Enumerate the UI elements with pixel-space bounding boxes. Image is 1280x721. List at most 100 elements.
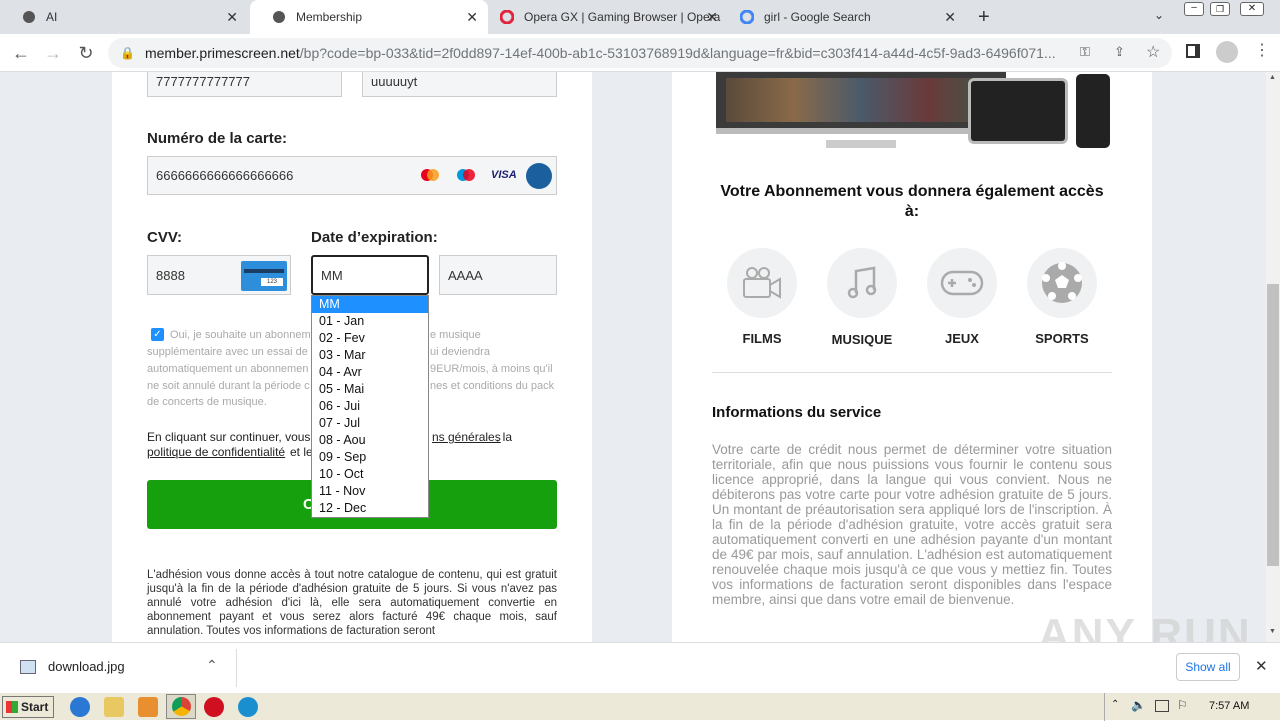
chrome-taskbar-button[interactable] <box>166 694 196 719</box>
consent-text: automatiquement un abonnemen <box>147 363 309 375</box>
month-option[interactable]: 11 - Nov <box>312 483 428 500</box>
privacy-link[interactable]: politique de confidentialité <box>147 445 285 459</box>
download-filename[interactable]: download.jpg <box>48 659 125 674</box>
surname-input[interactable]: uuuuuyt <box>362 72 557 97</box>
reload-icon[interactable]: ↻ <box>75 42 97 64</box>
consent-text: ne soit annulé durant la période c <box>147 380 310 392</box>
cvv-card-number: 123 <box>261 278 283 286</box>
month-option[interactable]: 06 - Jui <box>312 398 428 415</box>
new-tab-icon[interactable]: + <box>978 6 990 29</box>
month-option[interactable]: 03 - Mar <box>312 347 428 364</box>
camera-icon <box>727 248 797 318</box>
google-icon <box>740 10 754 24</box>
input-value: 6666666666666666666 <box>156 168 294 183</box>
info-text: Votre carte de crédit nous permet de dét… <box>712 442 1112 607</box>
share-icon[interactable]: ⇪ <box>1114 44 1125 60</box>
maestro-icon <box>456 168 476 182</box>
month-option[interactable]: 05 - Mai <box>312 381 428 398</box>
month-option[interactable]: 07 - Jul <box>312 415 428 432</box>
minimize-icon[interactable]: – <box>1184 2 1204 16</box>
ie-icon[interactable] <box>70 697 90 717</box>
card-number-input[interactable]: 6666666666666666666 VISA <box>147 156 557 195</box>
month-option[interactable]: 04 - Avr <box>312 364 428 381</box>
service-label-games: JEUX <box>945 331 979 346</box>
close-icon[interactable]: ✕ <box>1255 657 1268 675</box>
tab-membership[interactable]: Membership ✕ <box>250 0 488 34</box>
windows-logo-icon <box>6 701 18 713</box>
month-option[interactable]: 02 - Fev <box>312 330 428 347</box>
page-content: 7777777777777 uuuuuyt Numéro de la carte… <box>0 72 1266 642</box>
tab-google[interactable]: girl - Google Search ✕ <box>730 0 966 34</box>
download-bar: download.jpg ⌃ Show all ✕ <box>0 642 1280 692</box>
name-input[interactable]: 7777777777777 <box>147 72 342 97</box>
sidebar-icon[interactable] <box>1186 44 1200 58</box>
close-icon[interactable]: ✕ <box>466 9 478 26</box>
tab-ai[interactable]: AI ✕ <box>0 0 248 34</box>
lock-icon: 🔒 <box>120 46 135 60</box>
consent-text: ui deviendra <box>430 346 490 358</box>
key-icon[interactable]: ⚿ <box>1080 44 1090 60</box>
tab-label: Membership <box>296 10 363 24</box>
soccer-ball-icon <box>1027 248 1097 318</box>
profile-avatar[interactable] <box>1216 41 1238 63</box>
opera-taskbar-icon[interactable] <box>204 697 224 717</box>
tray-up-icon[interactable]: ⌃ <box>1111 699 1119 710</box>
cvv-input[interactable]: 8888 123 <box>147 255 291 295</box>
forward-icon[interactable]: → <box>42 42 64 64</box>
close-icon[interactable]: ✕ <box>226 9 238 26</box>
terms-text: , la <box>496 430 513 444</box>
month-option[interactable]: MM <box>312 296 428 313</box>
consent-checkbox[interactable]: ✓ <box>151 328 164 341</box>
terms-link[interactable]: ns générales <box>432 430 501 444</box>
scroll-up-icon[interactable]: ▲ <box>1269 74 1276 81</box>
month-option[interactable]: 08 - Aou <box>312 432 428 449</box>
service-label-sports: SPORTS <box>1035 331 1089 346</box>
tab-opera[interactable]: Opera GX | Gaming Browser | Opera ✕ <box>490 0 728 34</box>
year-select[interactable]: AAAA <box>439 255 557 295</box>
star-icon[interactable]: ☆ <box>1146 42 1160 62</box>
back-icon[interactable]: ← <box>10 42 32 64</box>
month-option[interactable]: 01 - Jan <box>312 313 428 330</box>
start-button[interactable]: Start <box>2 696 54 718</box>
close-window-icon[interactable]: ✕ <box>1240 2 1264 16</box>
flag-icon[interactable]: ⚐ <box>1177 698 1188 712</box>
chevron-down-icon[interactable]: ⌄ <box>1154 8 1164 22</box>
restore-icon[interactable]: ❐ <box>1210 2 1230 16</box>
info-panel: Votre Abonnement vous donnera également … <box>672 72 1250 642</box>
network-icon[interactable] <box>1155 700 1169 712</box>
service-label-music: MUSIQUE <box>831 332 893 347</box>
show-all-button[interactable]: Show all <box>1176 653 1240 681</box>
media-player-icon[interactable] <box>138 697 158 717</box>
month-option[interactable]: 10 - Oct <box>312 466 428 483</box>
consent-text: nes et conditions du pack <box>430 380 555 392</box>
month-select[interactable]: MM <box>311 255 429 295</box>
devices-image <box>716 72 1110 152</box>
service-label-films: FILMS <box>742 331 782 346</box>
consent-text: e musique <box>430 329 481 341</box>
volume-icon[interactable]: 🔈 <box>1131 698 1146 712</box>
close-icon[interactable]: ✕ <box>706 9 718 26</box>
consent-text: de concerts de musique. <box>147 396 267 408</box>
visa-icon: VISA <box>491 169 517 181</box>
scrollbar[interactable]: ▲ ▼ <box>1266 72 1280 642</box>
input-value: 8888 <box>156 267 185 283</box>
scroll-down-icon[interactable]: ▼ <box>1269 628 1276 635</box>
watermark: ANY RUN <box>1038 610 1252 642</box>
menu-icon[interactable]: ⋮ <box>1254 40 1270 60</box>
opera-icon <box>500 10 514 24</box>
divider <box>712 372 1112 373</box>
close-icon[interactable]: ✕ <box>944 9 956 26</box>
month-dropdown[interactable]: MM 01 - Jan 02 - Fev 03 - Mar 04 - Avr 0… <box>311 295 429 518</box>
expiration-label: Date d’expiration: <box>311 229 438 246</box>
folder-icon[interactable] <box>104 697 124 717</box>
url-field[interactable]: 🔒 member.primescreen.net/bp?code=bp-033&… <box>108 38 1172 68</box>
edge-icon[interactable] <box>238 697 258 717</box>
scroll-thumb[interactable] <box>1267 284 1279 566</box>
music-icon <box>827 248 897 318</box>
tab-bar: AI ✕ Membership ✕ Opera GX | Gaming Brow… <box>0 0 1280 34</box>
month-option[interactable]: 09 - Sep <box>312 449 428 466</box>
month-option[interactable]: 12 - Dec <box>312 500 428 517</box>
image-file-icon <box>20 660 36 674</box>
clock: 7:57 AM <box>1209 700 1250 712</box>
chevron-up-icon[interactable]: ⌃ <box>206 657 218 674</box>
